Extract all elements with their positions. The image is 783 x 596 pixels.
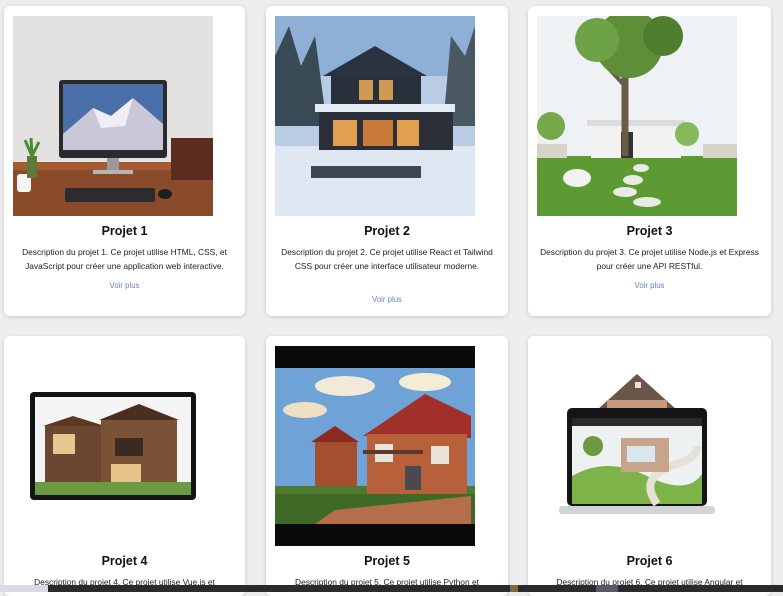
project-title: Projet 4 (101, 554, 148, 568)
see-more-link[interactable]: Voir plus (4, 281, 245, 290)
project-title: Projet 1 (101, 224, 148, 238)
taskbar-indicator (510, 585, 518, 592)
project-description: Description du projet 2. Ce projet utili… (281, 247, 493, 271)
snowy-house-image (275, 16, 475, 216)
garden-tree-image (537, 16, 737, 216)
project-title: Projet 5 (364, 554, 410, 568)
taskbar-app-segment (596, 585, 618, 592)
taskbar (0, 585, 783, 592)
house-laptop-image (537, 346, 737, 546)
project-card-6: Projet 6 Description du projet 6. Ce pro… (528, 336, 771, 596)
see-more-link[interactable]: Voir plus (528, 281, 771, 290)
project-card-2: Projet 2 Description du projet 2. Ce pro… (266, 6, 508, 316)
project-description: Description du projet 1. Ce projet utili… (22, 247, 227, 271)
project-title: Projet 2 (364, 224, 410, 238)
project-card-4: Projet 4 Description du projet 4. Ce pro… (4, 336, 245, 596)
desktop-computer-image (13, 16, 213, 216)
taskbar-left-segment (0, 585, 48, 592)
project-card-5: Projet 5 Description du projet 5. Ce pro… (266, 336, 508, 596)
see-more-link[interactable]: Voir plus (266, 295, 508, 304)
project-title: Projet 3 (626, 224, 673, 238)
brick-houses-image (275, 346, 475, 546)
wooden-house-tablet-image (13, 346, 213, 546)
project-description: Description du projet 3. Ce projet utili… (540, 247, 759, 271)
project-title: Projet 6 (626, 554, 673, 568)
project-card-1: Projet 1 Description du projet 1. Ce pro… (4, 6, 245, 316)
project-card-3: Projet 3 Description du projet 3. Ce pro… (528, 6, 771, 316)
